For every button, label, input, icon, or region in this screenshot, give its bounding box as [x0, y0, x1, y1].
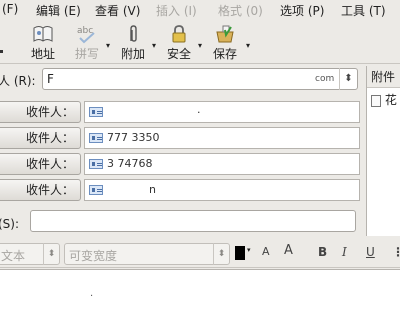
recipient-type-button-2[interactable]: 收件人： — [0, 127, 81, 149]
recipient-value-4: n — [149, 183, 156, 196]
contact-card-icon — [89, 185, 103, 195]
lock-icon — [172, 25, 186, 43]
compose-toolbar: 地址 abc 拼写 ▾ 附加 ▾ 安全 ▾ 保存 ▾ — [0, 20, 400, 64]
menu-file[interactable]: (F) — [2, 2, 18, 16]
toolbar-overflow-icon[interactable]: ⋮ — [392, 245, 400, 259]
attachment-item[interactable]: 花 — [371, 91, 397, 108]
recipient-type-button-4[interactable]: 收件人： — [0, 179, 81, 201]
recipient-field-4[interactable]: n — [84, 179, 360, 201]
updown-arrow-icon[interactable]: ⬍ — [339, 68, 357, 90]
save-button[interactable]: 保存 — [206, 22, 244, 62]
paperclip-icon — [130, 25, 137, 42]
recipient-field-2[interactable]: 777 3350 — [84, 127, 360, 149]
from-row: 人 (R): F com ⬍ — [0, 68, 362, 90]
security-button[interactable]: 安全 — [160, 22, 198, 62]
subject-input[interactable] — [30, 210, 356, 232]
bold-button[interactable]: B — [318, 245, 327, 259]
text-color-swatch[interactable] — [235, 246, 245, 260]
recipient-value-3: 3 74768 — [107, 157, 153, 170]
from-select[interactable]: F com ⬍ — [42, 68, 358, 90]
menu-options[interactable]: 选项 (P) — [280, 2, 324, 19]
from-label: 人 (R): — [0, 74, 36, 88]
subject-label: (S): — [0, 217, 20, 231]
contact-card-icon — [89, 159, 103, 169]
recipient-type-button-1[interactable]: 收件人： — [0, 101, 81, 123]
italic-button[interactable]: I — [342, 245, 347, 259]
spellcheck-icon: abc — [77, 26, 95, 44]
recipient-value-2: 777 3350 — [107, 131, 160, 144]
attachment-name: 花 — [384, 93, 397, 107]
recipient-field-1[interactable]: . — [84, 101, 360, 123]
toolbar-grip — [0, 50, 3, 53]
menu-format[interactable]: 格式 (0) — [218, 2, 263, 19]
address-label: 地址 — [30, 47, 55, 61]
save-icon — [216, 25, 234, 43]
menu-tools[interactable]: 工具 (T) — [341, 2, 386, 19]
menu-insert[interactable]: 插入 (I) — [156, 2, 197, 19]
font-width-value: 可变宽度 — [69, 249, 118, 263]
menu-view[interactable]: 查看 (V) — [95, 2, 140, 19]
redaction — [181, 131, 241, 144]
updown-arrow-icon[interactable]: ⬍ — [43, 243, 59, 265]
font-grow-button[interactable]: A — [284, 243, 293, 258]
recipient-field-3[interactable]: 3 74768 — [84, 153, 360, 175]
menu-edit[interactable]: 编辑 (E) — [36, 2, 81, 19]
redaction — [115, 73, 303, 85]
security-label: 安全 — [166, 47, 191, 61]
paragraph-style-select[interactable]: 文本 ⬍ — [0, 243, 60, 265]
attachments-panel: 附件 花 — [366, 66, 400, 236]
redaction — [161, 157, 235, 170]
font-shrink-button[interactable]: A — [262, 245, 270, 258]
document-icon — [371, 94, 381, 107]
save-label: 保存 — [212, 47, 237, 61]
contact-card-icon — [89, 107, 103, 117]
paragraph-style-value: 文本 — [1, 249, 26, 263]
recipient-value-1: . — [197, 103, 201, 116]
attach-label: 附加 — [120, 47, 145, 61]
font-width-select[interactable]: 可变宽度 ⬍ — [64, 243, 230, 265]
from-value: F — [47, 72, 54, 86]
attach-dropdown-icon[interactable]: ▾ — [152, 41, 156, 50]
message-body-editor[interactable]: . — [0, 269, 400, 314]
address-button[interactable]: 地址 — [24, 22, 62, 62]
contact-card-icon — [89, 133, 103, 143]
address-book-icon — [33, 26, 53, 42]
message-body-text: . — [90, 288, 94, 299]
underline-button[interactable]: U — [366, 245, 375, 259]
security-dropdown-icon[interactable]: ▾ — [198, 41, 202, 50]
recipient-type-button-3[interactable]: 收件人： — [0, 153, 81, 175]
spellcheck-button[interactable]: abc 拼写 — [68, 22, 106, 62]
attachments-header: 附件 — [367, 66, 400, 88]
color-dropdown-icon[interactable]: ▾ — [247, 246, 251, 254]
spellcheck-label: 拼写 — [74, 47, 99, 61]
from-value-domain: com — [315, 74, 335, 84]
svg-text:abc: abc — [77, 26, 93, 36]
format-toolbar: 文本 ⬍ 可变宽度 ⬍ ▾ A A B I U ⋮ — [0, 240, 400, 268]
save-dropdown-icon[interactable]: ▾ — [246, 41, 250, 50]
spellcheck-dropdown-icon[interactable]: ▾ — [106, 41, 110, 50]
attach-button[interactable]: 附加 — [114, 22, 152, 62]
updown-arrow-icon[interactable]: ⬍ — [213, 243, 229, 265]
menu-bar: (F) 编辑 (E) 查看 (V) 插入 (I) 格式 (0) 选项 (P) 工… — [0, 0, 400, 20]
